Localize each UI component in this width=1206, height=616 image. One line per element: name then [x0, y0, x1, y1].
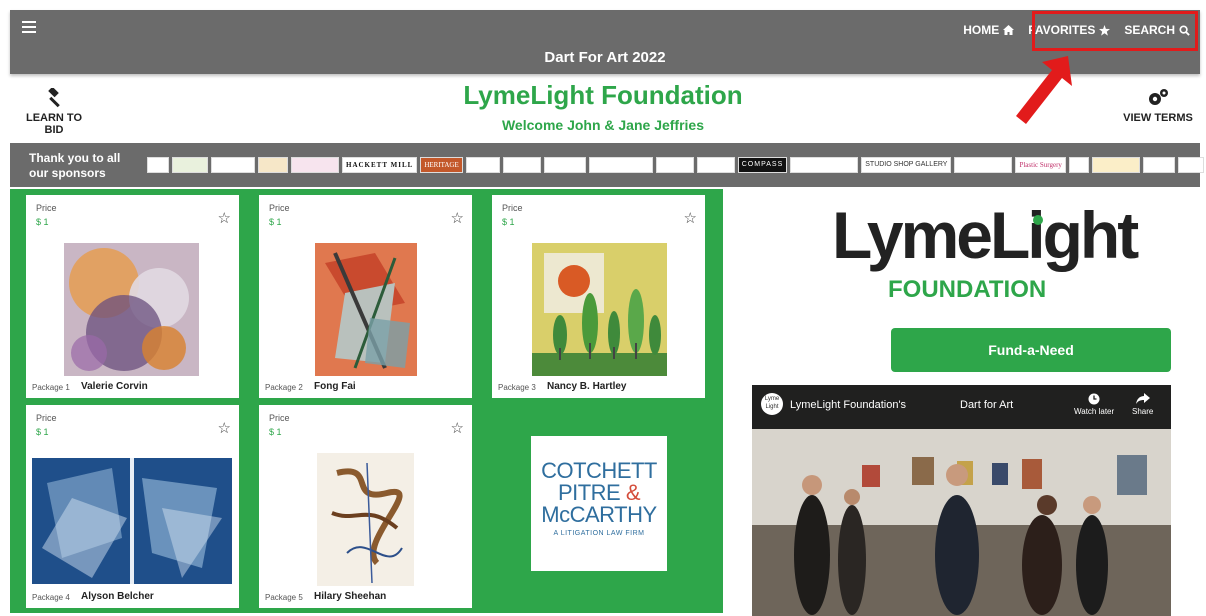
welcome-text: Welcome John & Jane Jeffries: [501, 117, 705, 133]
video-top-bar: Lyme Light LymeLight Foundation's Dart f…: [752, 385, 1171, 429]
view-terms-button[interactable]: VIEW TERMS: [1120, 88, 1196, 124]
sponsor-label: Thank you to all our sponsors: [29, 151, 139, 181]
artwork-image[interactable]: [32, 458, 232, 584]
watch-later-label: Watch later: [1074, 407, 1115, 416]
brand-word: LymeLight: [832, 198, 1139, 272]
package-label: Package 4: [32, 593, 70, 602]
video-player[interactable]: Lyme Light LymeLight Foundation's Dart f…: [752, 385, 1171, 616]
sponsor-logo: [696, 157, 735, 173]
sponsor-card-line3: McCARTHY: [541, 502, 657, 527]
brand-dot: [1033, 215, 1043, 225]
sponsor-label-line1: Thank you to all: [29, 151, 121, 165]
video-title[interactable]: Dart for Art: [960, 399, 1013, 411]
item-card-3[interactable]: Price $ 1 ☆ Package 3 Nancy B. Hartley: [492, 195, 705, 398]
sponsor-logo: [588, 157, 653, 173]
channel-logo[interactable]: Lyme Light: [761, 393, 783, 415]
nav-home[interactable]: HOME: [963, 23, 1015, 37]
highlight-box: [1032, 11, 1198, 51]
sponsor-logos: HACKETT MILL HERITAGE COMPASS STUDIO SHO…: [147, 157, 1204, 173]
item-card-2[interactable]: Price $ 1 ☆ Package 2 Fong Fai: [259, 195, 472, 398]
org-title: LymeLight Foundation: [463, 80, 743, 110]
sponsor-label-line2: our sponsors: [29, 166, 106, 180]
sponsor-logo: [211, 157, 255, 173]
sponsor-logo: [502, 157, 541, 173]
sponsor-logo: STUDIO SHOP GALLERY: [861, 157, 952, 173]
price-value: $ 1: [36, 427, 49, 437]
price-label: Price: [36, 413, 57, 423]
price-label: Price: [36, 203, 57, 213]
item-card-1[interactable]: Price $ 1 ☆ Package 1 Valerie Corvin: [26, 195, 239, 398]
sponsor-card-sub: A LITIGATION LAW FIRM: [553, 530, 645, 537]
price-value: $ 1: [502, 217, 515, 227]
sponsor-logo: COMPASS: [737, 157, 788, 173]
sponsor-logo: [147, 157, 169, 173]
sponsor-logo: [954, 157, 1013, 173]
artwork-image[interactable]: [532, 243, 667, 376]
price-value: $ 1: [269, 427, 282, 437]
sponsor-logo: [790, 157, 859, 173]
package-label: Package 3: [498, 383, 536, 392]
sponsor-logo: [1068, 157, 1089, 173]
watch-later-button[interactable]: Watch later: [1074, 393, 1114, 416]
sponsor-logo: [1091, 157, 1140, 173]
artwork-image[interactable]: [317, 453, 414, 586]
artist-name: Nancy B. Hartley: [547, 381, 627, 392]
favorite-star-icon[interactable]: ☆: [218, 421, 231, 436]
view-terms-label: VIEW TERMS: [1123, 112, 1193, 124]
price-label: Price: [502, 203, 523, 213]
artist-name: Hilary Sheehan: [314, 591, 387, 602]
sponsor-bar: Thank you to all our sponsors HACKETT MI…: [10, 143, 1204, 187]
share-label: Share: [1132, 407, 1154, 416]
home-icon: [1003, 25, 1015, 35]
gears-icon: [1149, 89, 1168, 105]
package-label: Package 1: [32, 383, 70, 392]
favorite-star-icon[interactable]: ☆: [451, 211, 464, 226]
nav-home-label: HOME: [963, 23, 1000, 37]
menu-icon[interactable]: [22, 21, 36, 33]
price-value: $ 1: [269, 217, 282, 227]
artwork-image[interactable]: [64, 243, 199, 376]
sponsor-logo: HACKETT MILL: [342, 157, 418, 173]
sponsor-logo: Plastic Surgery: [1015, 157, 1066, 173]
artist-name: Alyson Belcher: [81, 591, 154, 602]
brand-logo: LymeLight FOUNDATION: [832, 200, 1139, 312]
sponsor-logo: [465, 157, 500, 173]
artist-name: Valerie Corvin: [81, 381, 148, 392]
video-channel[interactable]: LymeLight Foundation's: [790, 399, 906, 411]
sponsor-logo: [655, 157, 694, 173]
price-label: Price: [269, 203, 290, 213]
sponsor-logo: [1177, 157, 1204, 173]
sponsor-logo: [1142, 157, 1175, 173]
favorite-star-icon[interactable]: ☆: [684, 211, 697, 226]
item-card-4[interactable]: Price $ 1 ☆ Package 4 Alyson Belcher: [26, 405, 239, 608]
sponsor-logo: [172, 157, 208, 173]
sponsor-logo: [291, 157, 339, 173]
item-card-5[interactable]: Price $ 1 ☆ Package 5 Hilary Sheehan: [259, 405, 472, 608]
brand-sub: FOUNDATION: [888, 276, 1047, 303]
package-label: Package 5: [265, 593, 303, 602]
sponsor-logo: [258, 157, 288, 173]
favorite-star-icon[interactable]: ☆: [451, 421, 464, 436]
sponsor-card[interactable]: COTCHETT PITRE & McCARTHY A LITIGATION L…: [531, 436, 667, 571]
price-value: $ 1: [36, 217, 49, 227]
price-label: Price: [269, 413, 290, 423]
clock-icon: [1088, 393, 1100, 405]
share-button[interactable]: Share: [1132, 393, 1153, 416]
package-label: Package 2: [265, 383, 303, 392]
share-icon: [1135, 393, 1150, 404]
favorite-star-icon[interactable]: ☆: [218, 211, 231, 226]
artwork-image[interactable]: [315, 243, 417, 376]
fund-a-need-button[interactable]: Fund-a-Need: [891, 328, 1171, 372]
sponsor-logo: [543, 157, 586, 173]
sponsor-logo: HERITAGE: [420, 157, 463, 173]
sponsor-card-line1: COTCHETT: [541, 458, 657, 483]
artist-name: Fong Fai: [314, 381, 356, 392]
